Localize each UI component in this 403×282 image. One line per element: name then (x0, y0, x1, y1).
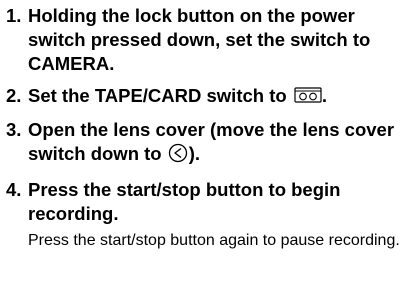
instruction-steps: 1. Holding the lock button on the power … (6, 4, 402, 253)
step-1-number: 1. (6, 5, 22, 26)
step-4-number: 4. (6, 179, 22, 200)
step-4-note: Press the start/stop button again to pau… (28, 232, 400, 249)
step-2-text: Set the TAPE/CARD switch to (28, 85, 287, 106)
step-3-text-end: ). (188, 143, 201, 164)
step-2: 2. Set the TAPE/CARD switch to . (6, 84, 402, 109)
step-1-text: Holding the lock button on the power swi… (28, 5, 371, 74)
step-3-number: 3. (6, 119, 22, 140)
step-3: 3. Open the lens cover (move the lens co… (6, 118, 402, 169)
tape-icon (294, 85, 322, 109)
step-4: 4. Press the start/stop button to begin … (6, 178, 402, 226)
step-1: 1. Holding the lock button on the power … (6, 4, 402, 76)
step-4-text: Press the start/stop button to begin rec… (28, 179, 341, 224)
lens-cover-icon (168, 143, 188, 169)
step-2-number: 2. (6, 85, 22, 106)
step-2-text-end: . (321, 85, 327, 106)
step-3-text: Open the lens cover (move the lens cover… (28, 119, 395, 164)
